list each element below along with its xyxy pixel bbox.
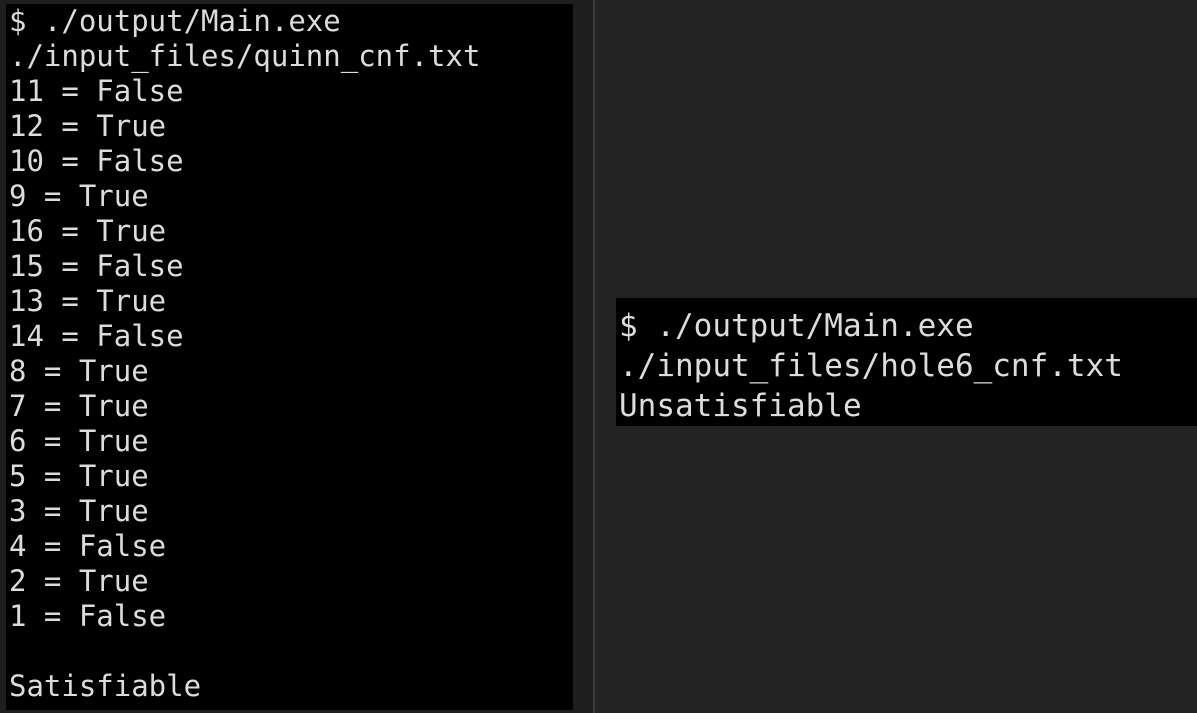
assignment-line: 16 = True <box>9 214 167 248</box>
terminal-output-left[interactable]: $ ./output/Main.exe ./input_files/quinn_… <box>6 4 573 710</box>
result-text: Satisfiable <box>9 669 202 703</box>
assignment-line: 5 = True <box>9 459 149 493</box>
assignment-line: 14 = False <box>9 319 184 353</box>
assignment-line: 10 = False <box>9 144 184 178</box>
assignment-line: 9 = True <box>9 179 149 213</box>
command-line: $ ./output/Main.exe <box>9 4 341 38</box>
command-line: $ ./output/Main.exe <box>619 308 974 344</box>
assignment-line: 3 = True <box>9 494 149 528</box>
assignment-line: 13 = True <box>9 284 167 318</box>
assignment-line: 2 = True <box>9 564 149 598</box>
assignment-line: 4 = False <box>9 529 167 563</box>
assignment-line: 1 = False <box>9 599 167 633</box>
result-text: Unsatisfiable <box>619 388 862 424</box>
assignment-line: 12 = True <box>9 109 167 143</box>
assignment-line: 11 = False <box>9 74 184 108</box>
assignment-line: 6 = True <box>9 424 149 458</box>
terminal-output-right[interactable]: $ ./output/Main.exe ./input_files/hole6_… <box>616 298 1197 426</box>
assignment-line: 15 = False <box>9 249 184 283</box>
assignment-line: 8 = True <box>9 354 149 388</box>
input-file-path: ./input_files/hole6_cnf.txt <box>619 348 1123 384</box>
input-file-path: ./input_files/quinn_cnf.txt <box>9 39 481 73</box>
assignment-line: 7 = True <box>9 389 149 423</box>
